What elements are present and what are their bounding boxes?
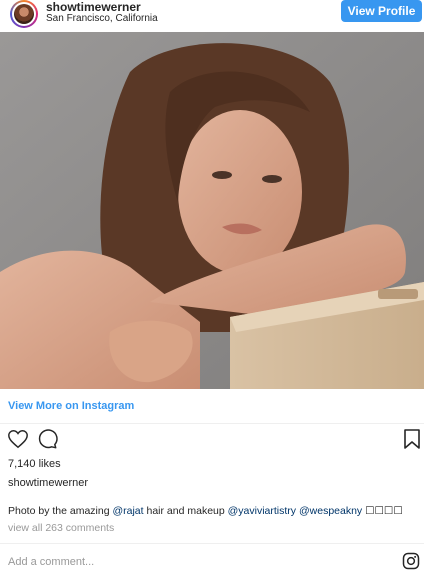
mention-wespeakny[interactable]: @wespeakny: [299, 505, 362, 517]
add-comment-input[interactable]: Add a comment...: [8, 556, 94, 568]
caption-prefix: Photo by the amazing: [8, 505, 113, 517]
view-all-comments-link[interactable]: view all 263 comments: [8, 522, 114, 534]
caption-author[interactable]: showtimewerner: [8, 477, 88, 489]
bookmark-icon[interactable]: [403, 429, 421, 449]
caption-text: Photo by the amazing @rajat hair and mak…: [8, 505, 418, 517]
portrait-image: [0, 32, 424, 389]
caption-suffix: ☐☐☐☐: [362, 505, 403, 517]
avatar-image: [14, 4, 34, 24]
post-header: showtimewerner San Francisco, California…: [0, 0, 424, 34]
likes-count[interactable]: 7,140 likes: [8, 458, 61, 470]
post-photo[interactable]: [0, 32, 424, 389]
comment-icon[interactable]: [36, 428, 58, 450]
caption-middle: hair and makeup: [143, 505, 228, 517]
avatar-ring: [12, 2, 36, 26]
avatar[interactable]: [10, 0, 38, 28]
mention-rajat[interactable]: @rajat: [112, 505, 143, 517]
view-more-link[interactable]: View More on Instagram: [8, 400, 134, 412]
username[interactable]: showtimewerner: [46, 0, 141, 14]
location[interactable]: San Francisco, California: [46, 13, 158, 24]
heart-icon[interactable]: [7, 428, 29, 450]
view-profile-button[interactable]: View Profile: [341, 0, 422, 22]
instagram-icon[interactable]: [402, 552, 420, 570]
instagram-embed-card: showtimewerner San Francisco, California…: [0, 0, 424, 578]
view-more-row: View More on Instagram: [0, 390, 424, 424]
mention-yaviviartistry[interactable]: @yaviviartistry: [228, 505, 296, 517]
divider: [0, 543, 424, 544]
